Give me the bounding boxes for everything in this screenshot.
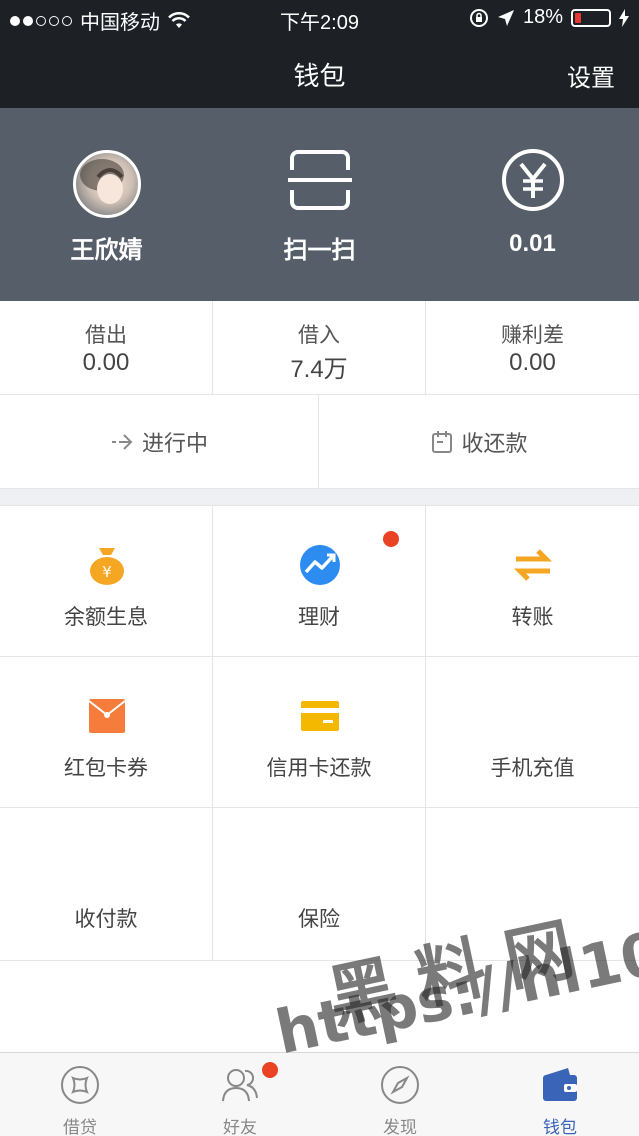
grid-item-label: 收付款 — [74, 908, 138, 931]
grid-item-label: 信用卡还款 — [266, 757, 372, 780]
transfer-arrows-icon — [513, 549, 553, 581]
stat-value: 7.4万 — [290, 356, 348, 383]
friends-icon — [222, 1069, 258, 1102]
tab-friends[interactable]: 好友 — [160, 1053, 320, 1136]
service-grid: ¥ 余额生息 理财 转账 红包卡券 信用卡还款 手机充值 收付款 保险 — [0, 506, 639, 961]
wallet-icon — [543, 1068, 577, 1101]
avatar — [73, 150, 141, 218]
battery-percent: 18% — [522, 6, 563, 28]
in-progress-button[interactable]: 进行中 — [0, 395, 319, 488]
calendar-icon — [432, 430, 453, 453]
location-arrow-icon — [497, 9, 514, 26]
notification-badge — [383, 531, 399, 547]
arrow-right-icon — [111, 433, 133, 450]
notification-badge — [262, 1062, 278, 1078]
balance-button[interactable]: 0.01 — [426, 108, 639, 301]
grid-item-credit-card[interactable]: 信用卡还款 — [213, 657, 426, 808]
user-name: 王欣婧 — [70, 237, 143, 264]
tab-bar: 借贷 好友 发现 钱包 — [0, 1052, 639, 1136]
rotation-lock-icon — [469, 8, 488, 27]
scan-icon — [288, 150, 352, 210]
grid-item-label: 红包卡券 — [64, 757, 148, 780]
scan-button[interactable]: 扫一扫 — [213, 108, 426, 301]
grid-item-red-envelope[interactable]: 红包卡券 — [0, 657, 213, 808]
tab-label: 发现 — [383, 1118, 417, 1136]
stat-lent[interactable]: 借出 0.00 — [0, 301, 213, 395]
grid-item-payments[interactable]: 收付款 — [0, 808, 213, 961]
grid-item-insurance[interactable]: 保险 — [213, 808, 426, 961]
scan-label: 扫一扫 — [283, 237, 356, 264]
stat-title: 借出 — [85, 324, 127, 347]
status-right: 18% — [469, 6, 629, 29]
in-progress-label: 进行中 — [141, 430, 208, 456]
yuan-coin-icon — [502, 149, 564, 211]
money-bag-icon: ¥ — [90, 548, 124, 585]
grid-item-label: 手机充值 — [490, 757, 575, 780]
stat-title: 赚利差 — [501, 324, 564, 347]
stat-value: 0.00 — [82, 349, 130, 376]
collect-repay-label: 收还款 — [461, 430, 528, 456]
tab-label: 好友 — [223, 1118, 257, 1136]
credit-card-icon — [301, 701, 339, 731]
stat-spread[interactable]: 赚利差 0.00 — [426, 301, 639, 395]
loan-icon — [61, 1066, 99, 1104]
grid-item-label: 保险 — [298, 908, 340, 931]
grid-item-label: 转账 — [511, 606, 554, 629]
red-envelope-icon — [88, 699, 126, 733]
wallet-header: 王欣婧 扫一扫 0.01 — [0, 108, 639, 301]
nav-bar: 钱包 设置 — [0, 36, 639, 108]
loan-status-row: 进行中 收还款 — [0, 395, 639, 488]
grid-item-transfer[interactable]: 转账 — [426, 506, 639, 657]
grid-item-label: 理财 — [298, 606, 340, 629]
settings-button[interactable]: 设置 — [567, 58, 615, 93]
collect-repay-button[interactable]: 收还款 — [320, 395, 639, 488]
tab-loan[interactable]: 借贷 — [0, 1053, 160, 1136]
page-title: 钱包 — [293, 61, 346, 91]
balance-amount: 0.01 — [509, 230, 556, 257]
charging-bolt-icon — [619, 8, 629, 27]
loan-stats: 借出 0.00 借入 7.4万 赚利差 0.00 — [0, 301, 639, 395]
stat-value: 0.00 — [509, 349, 556, 376]
grid-item-empty — [426, 808, 639, 961]
tab-discover[interactable]: 发现 — [320, 1053, 480, 1136]
stat-borrowed[interactable]: 借入 7.4万 — [213, 301, 426, 395]
svg-text:¥: ¥ — [102, 563, 112, 581]
tab-label: 借贷 — [63, 1118, 97, 1136]
battery-icon — [571, 8, 611, 27]
tab-label: 钱包 — [543, 1118, 577, 1136]
trend-chart-icon — [300, 545, 340, 585]
compass-icon — [381, 1066, 419, 1104]
stat-title: 借入 — [298, 324, 340, 347]
profile-button[interactable]: 王欣婧 — [0, 108, 213, 301]
grid-item-wealth[interactable]: 理财 — [213, 506, 426, 657]
section-divider — [0, 488, 639, 506]
status-bar: 中国移动 下午2:09 18% — [0, 0, 639, 36]
grid-item-phone-topup[interactable]: 手机充值 — [426, 657, 639, 808]
tab-wallet[interactable]: 钱包 — [480, 1053, 639, 1136]
grid-item-label: 余额生息 — [64, 606, 148, 629]
grid-item-interest[interactable]: ¥ 余额生息 — [0, 506, 213, 657]
